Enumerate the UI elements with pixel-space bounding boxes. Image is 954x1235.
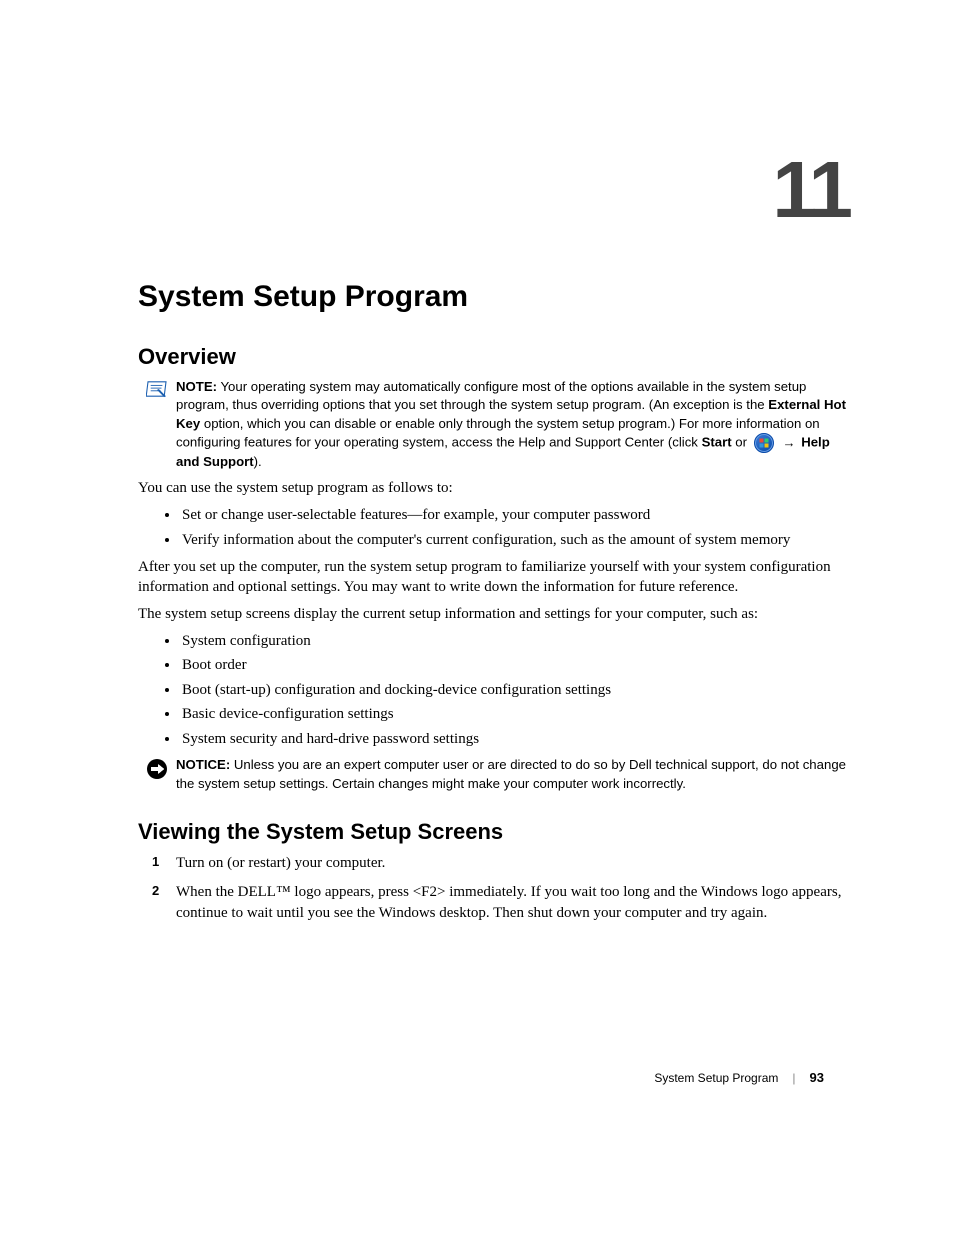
footer-page-number: 93	[810, 1070, 824, 1085]
section-overview-heading: Overview	[138, 344, 849, 370]
screens-paragraph: The system setup screens display the cur…	[138, 604, 849, 624]
note-text-1: Your operating system may automatically …	[176, 379, 806, 412]
arrow-icon: →	[780, 434, 797, 452]
list-item: System configuration	[180, 630, 849, 653]
windows-start-icon	[754, 433, 774, 453]
page-footer: System Setup Program | 93	[654, 1070, 824, 1085]
intro-paragraph: You can use the system setup program as …	[138, 478, 849, 498]
notice-callout: NOTICE: Unless you are an expert compute…	[138, 756, 849, 793]
notice-icon	[146, 758, 168, 776]
list-item: Basic device-configuration settings	[180, 703, 849, 726]
note-icon	[146, 380, 168, 398]
note-text: NOTE: Your operating system may automati…	[176, 378, 849, 472]
list-item: Verify information about the computer's …	[180, 529, 849, 552]
list-item: Set or change user-selectable features—f…	[180, 504, 849, 527]
step-item: When the DELL™ logo appears, press <F2> …	[152, 882, 849, 924]
footer-separator: |	[778, 1071, 809, 1085]
section-viewing-heading: Viewing the System Setup Screens	[138, 819, 849, 845]
after-setup-paragraph: After you set up the computer, run the s…	[138, 557, 849, 598]
note-label: NOTE:	[176, 379, 217, 394]
step-item: Turn on (or restart) your computer.	[152, 853, 849, 874]
list-item: System security and hard-drive password …	[180, 728, 849, 751]
notice-label: NOTICE:	[176, 757, 230, 772]
bullet-list-1: Set or change user-selectable features—f…	[138, 504, 849, 551]
bullet-list-2: System configuration Boot order Boot (st…	[138, 630, 849, 751]
notice-body: Unless you are an expert computer user o…	[176, 757, 846, 790]
page-content: 11 System Setup Program Overview NOTE: Y…	[0, 0, 954, 992]
notice-text: NOTICE: Unless you are an expert compute…	[176, 756, 849, 793]
note-callout: NOTE: Your operating system may automati…	[138, 378, 849, 472]
chapter-number: 11	[772, 150, 849, 230]
note-text-3: or	[732, 435, 751, 450]
steps-list: Turn on (or restart) your computer. When…	[138, 853, 849, 924]
list-item: Boot order	[180, 654, 849, 677]
footer-section-name: System Setup Program	[654, 1071, 778, 1085]
note-bold-2: Start	[702, 435, 732, 450]
page-title: System Setup Program	[138, 280, 849, 314]
list-item: Boot (start-up) configuration and dockin…	[180, 679, 849, 702]
note-text-4: ).	[254, 454, 262, 469]
